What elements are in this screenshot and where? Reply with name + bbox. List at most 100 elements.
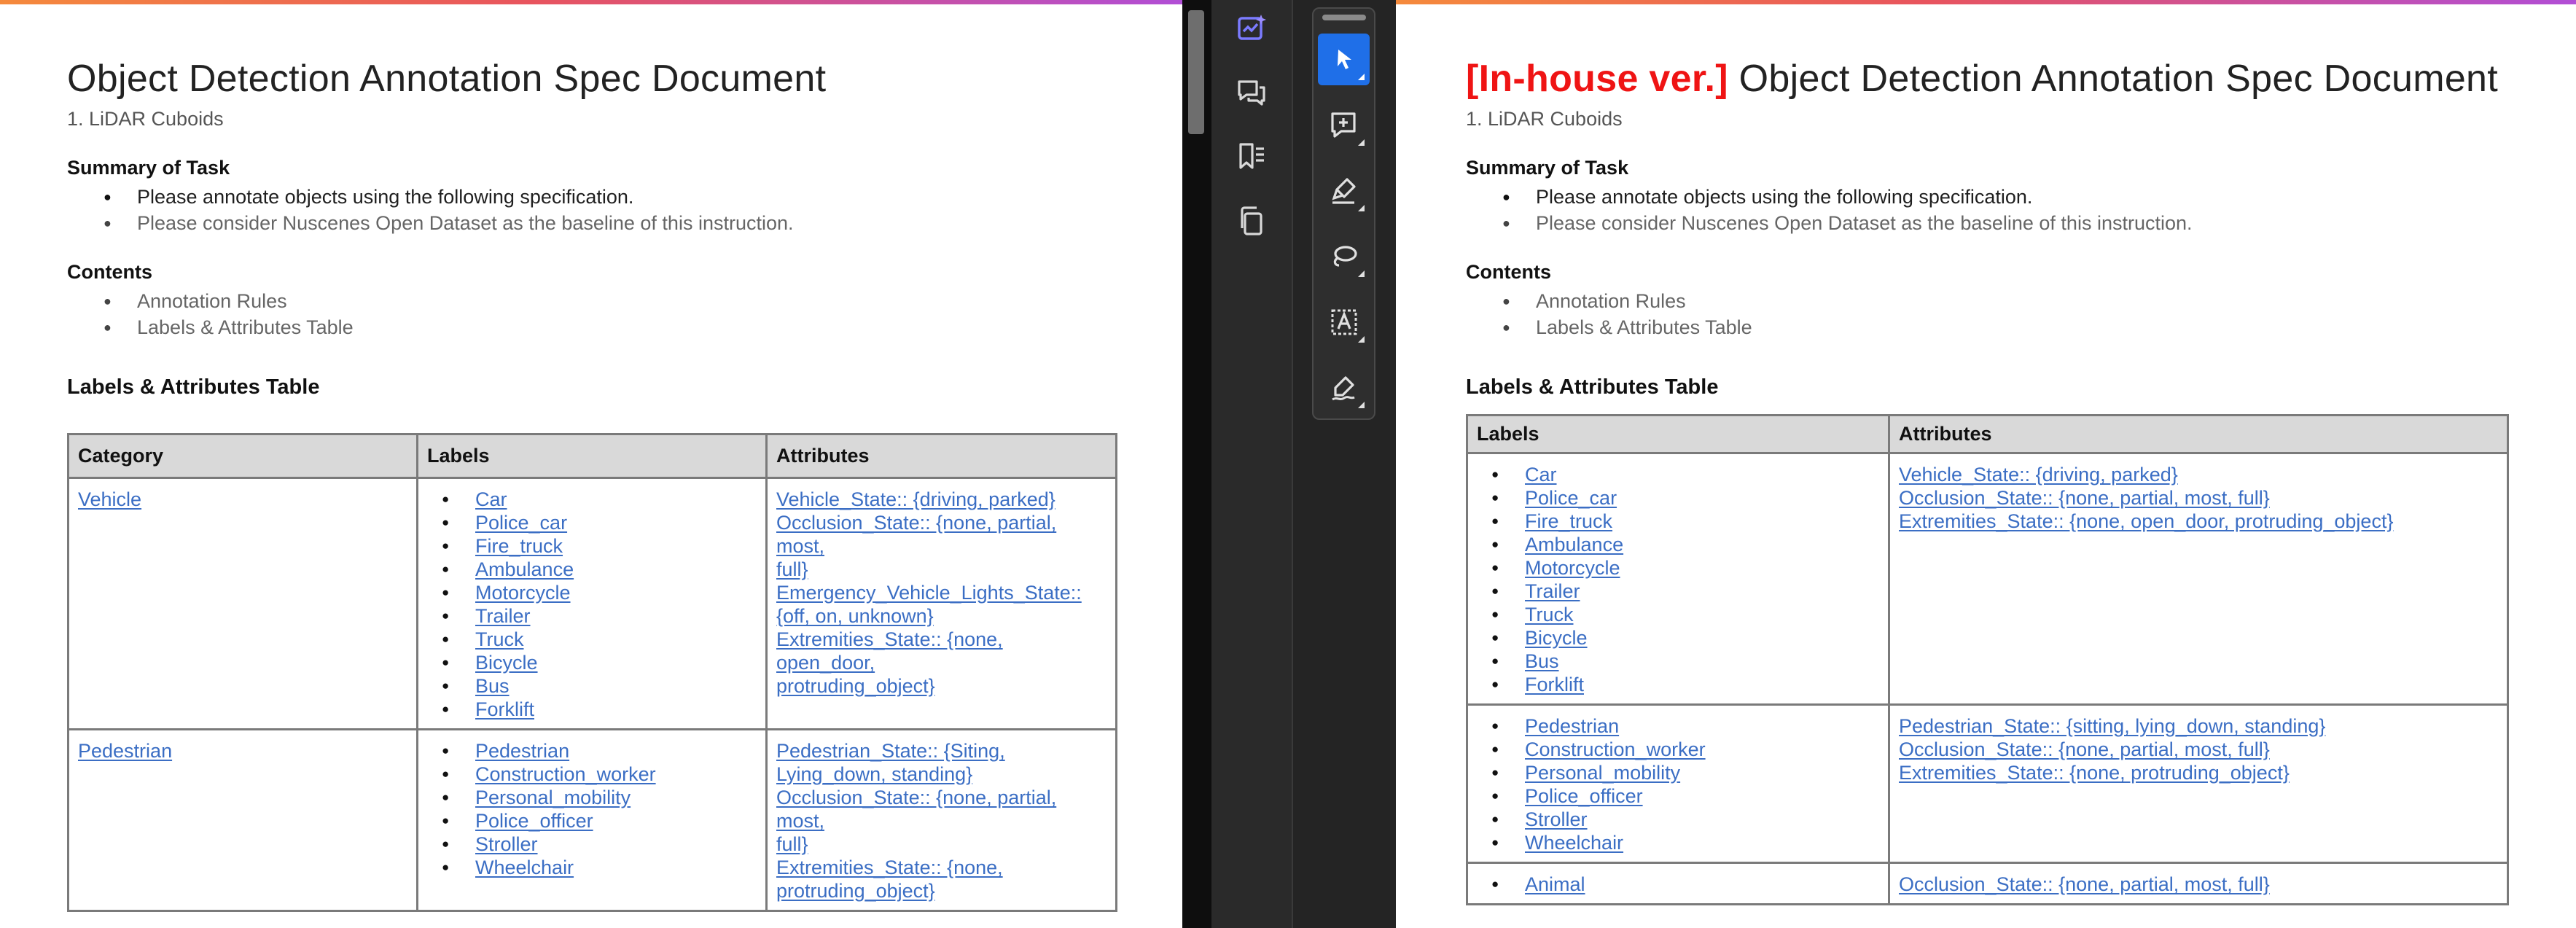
label-link[interactable]: Police_officer [1477, 784, 1879, 808]
label-link[interactable]: Wheelchair [427, 856, 757, 879]
label-link[interactable]: Trailer [427, 604, 757, 628]
scrollbar-thumb[interactable] [1188, 10, 1204, 134]
attribute-line[interactable]: full} [776, 558, 1106, 581]
label-link[interactable]: Animal [1477, 873, 1879, 896]
labels-cell: Animal [1466, 862, 1890, 905]
attribute-line[interactable]: Occlusion_State:: {none, partial, most, … [1899, 738, 2498, 761]
labels-attributes-table: Category Labels Attributes VehicleCarPol… [67, 433, 1117, 912]
doc-title-text: Object Detection Annotation Spec Documen… [1738, 58, 2499, 100]
highlight-icon[interactable] [1318, 165, 1370, 217]
table-row: PedestrianPedestrianConstruction_workerP… [67, 728, 1117, 912]
contents-item[interactable]: Annotation Rules [67, 288, 1117, 314]
attribute-line[interactable]: Extremities_State:: {none, [776, 856, 1106, 879]
attribute-line[interactable]: Pedestrian_State:: {sitting, lying_down,… [1899, 714, 2498, 738]
labels-list: PedestrianConstruction_workerPersonal_mo… [427, 739, 757, 879]
label-link[interactable]: Trailer [1477, 580, 1879, 603]
attribute-line[interactable]: Emergency_Vehicle_Lights_State:: [776, 581, 1106, 604]
label-link[interactable]: Wheelchair [1477, 831, 1879, 854]
summary-list: Please annotate objects using the follow… [1466, 184, 2509, 236]
text-box-icon[interactable] [1318, 296, 1370, 348]
contents-item[interactable]: Annotation Rules [1466, 288, 2509, 314]
label-link[interactable]: Ambulance [1477, 533, 1879, 556]
column-header: Attributes [1888, 414, 2509, 454]
lasso-icon[interactable] [1318, 230, 1370, 282]
summary-item: Please annotate objects using the follow… [1466, 184, 2509, 210]
contents-heading: Contents [1466, 261, 1551, 283]
label-link[interactable]: Personal_mobility [1477, 761, 1879, 784]
comments-icon[interactable] [1232, 73, 1271, 112]
attribute-line[interactable]: {off, on, unknown} [776, 604, 1106, 628]
column-header: Category [67, 433, 418, 479]
label-link[interactable]: Truck [1477, 603, 1879, 626]
attribute-line[interactable]: Extremities_State:: {none, open_door, pr… [1899, 510, 2498, 533]
document-content-right: [In-house ver.] Object Detection Annotat… [1466, 57, 2509, 905]
label-link[interactable]: Bus [427, 674, 757, 698]
label-link[interactable]: Bicycle [427, 651, 757, 674]
label-link[interactable]: Stroller [427, 833, 757, 856]
table-row: PedestrianConstruction_workerPersonal_mo… [1466, 703, 2509, 864]
attribute-line[interactable]: Lying_down, standing} [776, 763, 1106, 786]
label-link[interactable]: Forklift [427, 698, 757, 721]
label-link[interactable]: Pedestrian [1477, 714, 1879, 738]
attribute-line[interactable]: Pedestrian_State:: {Siting, [776, 739, 1106, 763]
contents-item[interactable]: Labels & Attributes Table [67, 314, 1117, 340]
table-header-row: Labels Attributes [1466, 414, 2509, 454]
label-link[interactable]: Truck [427, 628, 757, 651]
label-link[interactable]: Ambulance [427, 558, 757, 581]
label-link[interactable]: Personal_mobility [427, 786, 757, 809]
bookmarks-icon[interactable] [1232, 137, 1271, 176]
table-heading: Labels & Attributes Table [1466, 375, 1719, 399]
labels-list: CarPolice_carFire_truckAmbulanceMotorcyc… [1477, 463, 1879, 696]
document-pane-left[interactable]: Object Detection Annotation Spec Documen… [0, 4, 1182, 928]
contents-item[interactable]: Labels & Attributes Table [1466, 314, 2509, 340]
pages-icon[interactable] [1232, 201, 1271, 241]
label-link[interactable]: Police_car [427, 511, 757, 534]
label-link[interactable]: Motorcycle [1477, 556, 1879, 580]
attribute-line[interactable]: full} [776, 833, 1106, 856]
label-link[interactable]: Forklift [1477, 673, 1879, 696]
labels-cell: CarPolice_carFire_truckAmbulanceMotorcyc… [416, 477, 768, 730]
label-link[interactable]: Pedestrian [427, 739, 757, 763]
label-link[interactable]: Police_car [1477, 486, 1879, 510]
label-link[interactable]: Construction_worker [1477, 738, 1879, 761]
sign-icon[interactable] [1318, 362, 1370, 413]
label-link[interactable]: Bicycle [1477, 626, 1879, 650]
add-comment-icon[interactable] [1318, 99, 1370, 151]
label-link[interactable]: Fire_truck [1477, 510, 1879, 533]
category-link[interactable]: Vehicle [78, 488, 141, 510]
label-link[interactable]: Car [1477, 463, 1879, 486]
label-link[interactable]: Stroller [1477, 808, 1879, 831]
label-link[interactable]: Car [427, 488, 757, 511]
annotation-toolbar [1312, 7, 1375, 420]
document-pane-right[interactable]: [In-house ver.] Object Detection Annotat… [1396, 4, 2576, 928]
label-link[interactable]: Construction_worker [427, 763, 757, 786]
label-link[interactable]: Police_officer [427, 809, 757, 833]
summary-item: Please consider Nuscenes Open Dataset as… [1466, 210, 2509, 236]
category-link[interactable]: Pedestrian [78, 740, 172, 762]
label-link[interactable]: Fire_truck [427, 534, 757, 558]
attribute-line[interactable]: Occlusion_State:: {none, partial, most, [776, 511, 1106, 558]
attribute-line[interactable]: Vehicle_State:: {driving, parked} [776, 488, 1106, 511]
select-tool-icon[interactable] [1318, 34, 1370, 85]
contents-list: Annotation Rules Labels & Attributes Tab… [67, 288, 1117, 340]
attribute-line[interactable]: Occlusion_State:: {none, partial, most, [776, 786, 1106, 833]
ai-assistant-icon[interactable] [1232, 9, 1271, 48]
attribute-line[interactable]: Extremities_State:: {none, open_door, [776, 628, 1106, 674]
attribute-line[interactable]: Occlusion_State:: {none, partial, most, … [1899, 486, 2498, 510]
attribute-line[interactable]: protruding_object} [776, 879, 1106, 902]
pane-divider[interactable] [1182, 0, 1211, 928]
attribute-line[interactable]: protruding_object} [776, 674, 1106, 698]
in-house-prefix: [In-house ver.] [1466, 58, 1728, 100]
label-link[interactable]: Motorcycle [427, 581, 757, 604]
doc-subtitle: 1. LiDAR Cuboids [67, 108, 224, 130]
attribute-line[interactable]: Extremities_State:: {none, protruding_ob… [1899, 761, 2498, 784]
contents-heading: Contents [67, 261, 152, 283]
labels-list: PedestrianConstruction_workerPersonal_mo… [1477, 714, 1879, 854]
attribute-line[interactable]: Vehicle_State:: {driving, parked} [1899, 463, 2498, 486]
toolbar-grip[interactable] [1322, 15, 1366, 20]
label-link[interactable]: Bus [1477, 650, 1879, 673]
table-row: Animal Occlusion_State:: {none, partial, … [1466, 862, 2509, 905]
table-header-row: Category Labels Attributes [67, 433, 1117, 479]
summary-item: Please annotate objects using the follow… [67, 184, 1117, 210]
attribute-line[interactable]: Occlusion_State:: {none, partial, most, … [1899, 873, 2498, 896]
